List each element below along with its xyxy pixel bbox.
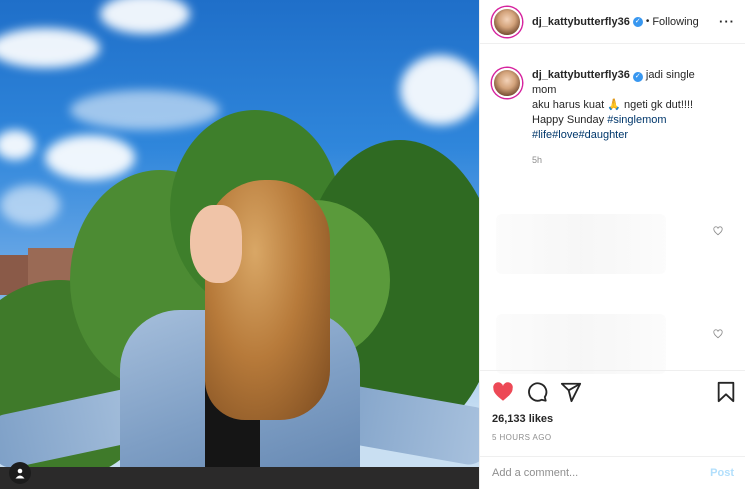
- cloud: [0, 185, 60, 225]
- hashtag-link[interactable]: #life#love#daughter: [532, 129, 628, 141]
- share-icon[interactable]: [560, 381, 582, 403]
- caption-time: 5h: [532, 155, 543, 165]
- cloud: [45, 135, 135, 180]
- post-header: dj_kattybutterfly36 ✓ • Following ···: [480, 0, 745, 44]
- post-photo[interactable]: [0, 0, 479, 489]
- action-icons: [492, 379, 736, 405]
- likes-count[interactable]: 26,133 likes: [492, 413, 736, 425]
- comments-area: dj_kattybutterfly36 ✓ jadi single mom aku…: [480, 44, 745, 374]
- caption-username[interactable]: dj_kattybutterfly36: [532, 69, 630, 81]
- cloud: [70, 90, 220, 130]
- caption-avatar[interactable]: [492, 68, 522, 98]
- add-comment-input[interactable]: [492, 467, 711, 479]
- caption-line2a: aku harus kuat: [532, 99, 605, 111]
- author-avatar[interactable]: [492, 6, 522, 37]
- praying-hands-emoji-icon: 🙏: [607, 99, 621, 111]
- cloud: [400, 55, 479, 125]
- comment-like-heart-icon[interactable]: [713, 226, 723, 236]
- bookmark-icon[interactable]: [716, 381, 736, 403]
- following-button[interactable]: Following: [652, 16, 698, 28]
- comment-icon[interactable]: [526, 381, 548, 403]
- hashtag-link[interactable]: #singlemom: [607, 114, 666, 126]
- separator-dot: •: [645, 16, 650, 27]
- like-heart-icon[interactable]: [492, 381, 514, 403]
- post-comment-button[interactable]: Post: [710, 467, 734, 479]
- comment-like-heart-icon[interactable]: [713, 329, 723, 339]
- caption-line3: Happy Sunday: [532, 114, 605, 126]
- balcony-rail: [0, 467, 479, 489]
- cloud: [100, 0, 190, 34]
- post-date[interactable]: 5 HOURS AGO: [492, 433, 736, 442]
- faded-comment: [496, 314, 666, 374]
- cloud: [0, 28, 100, 68]
- post-side-panel: dj_kattybutterfly36 ✓ • Following ··· dj…: [479, 0, 745, 489]
- post-actions: 26,133 likes 5 HOURS AGO: [480, 370, 745, 442]
- caption-text: dj_kattybutterfly36 ✓ jadi single mom aku…: [532, 68, 712, 143]
- verified-badge-icon: ✓: [632, 16, 643, 27]
- add-comment-bar: Post: [480, 456, 745, 489]
- caption: dj_kattybutterfly36 ✓ jadi single mom aku…: [492, 68, 733, 143]
- author-username[interactable]: dj_kattybutterfly36: [532, 16, 630, 28]
- cloud: [0, 130, 35, 160]
- faded-comment: [496, 214, 666, 274]
- verified-badge-icon: ✓: [632, 72, 643, 82]
- more-options-icon[interactable]: ···: [719, 14, 735, 29]
- tagged-user-icon[interactable]: [9, 462, 31, 484]
- caption-line2b: ngeti gk dut!!!!: [623, 99, 694, 111]
- face: [190, 205, 242, 283]
